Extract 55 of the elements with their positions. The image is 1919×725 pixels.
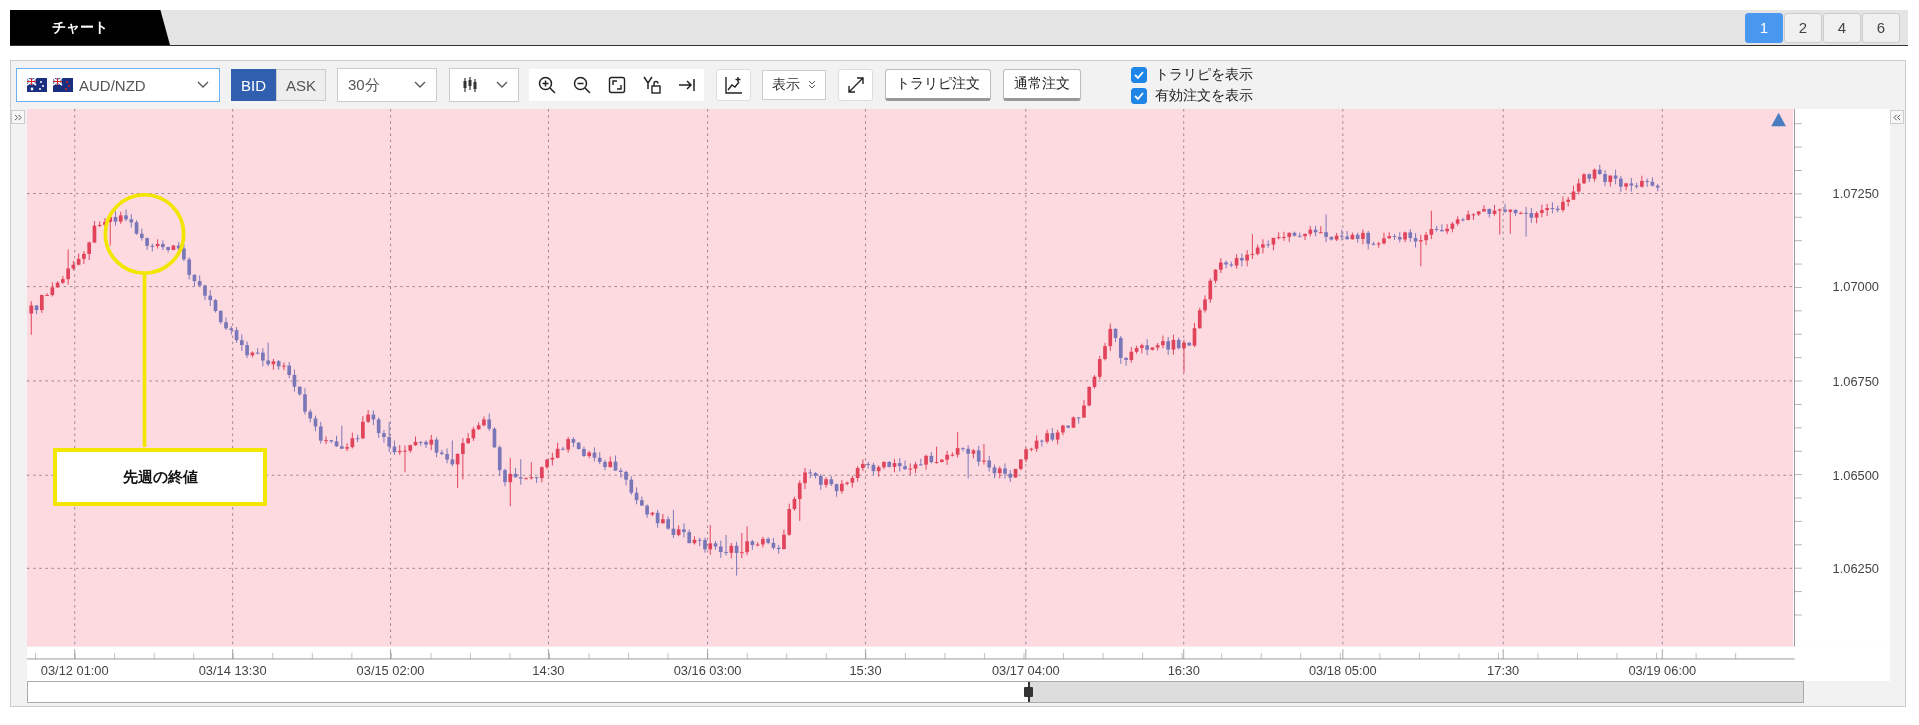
flag-icon: [53, 78, 73, 92]
double-chevron-left-icon: [1892, 113, 1902, 121]
y-axis-label: 1.06500: [1832, 468, 1879, 484]
layout-button[interactable]: 4: [1823, 12, 1861, 43]
x-axis-label: 03/12 01:00: [40, 662, 109, 678]
layout-button[interactable]: 6: [1862, 12, 1900, 43]
x-axis-label: 03/16 03:00: [673, 662, 742, 678]
timeframe-label: 30分: [348, 75, 380, 95]
x-axis-label: 16:30: [1167, 662, 1200, 678]
chart-type-select[interactable]: [449, 68, 520, 102]
x-axis-label: 14:30: [532, 662, 565, 678]
chevron-down-icon: [496, 81, 509, 89]
expand-left-button[interactable]: [11, 110, 25, 124]
order-button[interactable]: 通常注文: [1003, 69, 1082, 101]
symbol-label: AUD/NZD: [79, 76, 146, 94]
checkbox-label: トラリピを表示: [1155, 65, 1254, 84]
checkbox-label: 有効注文を表示: [1155, 86, 1254, 105]
annotation-box: 先週の終値: [53, 448, 267, 506]
chart-plus-icon: [723, 75, 744, 95]
collapse-right-button[interactable]: [1890, 110, 1904, 124]
chevron-down-icon: [197, 81, 209, 89]
double-chevron-icon: [808, 80, 817, 90]
x-axis-label: 03/17 04:00: [991, 662, 1060, 678]
chevron-down-icon: [414, 81, 427, 89]
range-handle[interactable]: [1024, 687, 1033, 697]
x-axis-label: 03/15 02:00: [356, 662, 425, 678]
layout-button[interactable]: 2: [1784, 12, 1822, 43]
add-indicator-button[interactable]: [716, 69, 752, 101]
x-axis-label: 03/18 05:00: [1308, 662, 1377, 678]
triangle-marker-icon: [1771, 112, 1786, 127]
x-axis-label: 03/19 06:00: [1628, 662, 1697, 678]
fit-screen-icon: [606, 75, 627, 95]
expand-icon: [845, 75, 866, 95]
order-button[interactable]: トラリピ注文: [885, 69, 992, 101]
price-side-toggle[interactable]: ASK: [276, 69, 327, 101]
price-side-toggle[interactable]: BID: [231, 69, 276, 101]
fullscreen-button[interactable]: [838, 69, 874, 101]
y-lock-icon: [641, 75, 662, 95]
checkbox[interactable]: [1131, 66, 1148, 83]
display-menu-button[interactable]: 表示: [762, 70, 827, 100]
zoom-out-icon: [571, 75, 592, 95]
flag-icon: [27, 78, 47, 92]
y-axis-label: 1.06250: [1832, 561, 1879, 577]
x-axis-label: 15:30: [849, 662, 882, 678]
x-axis-label: 03/14 13:30: [198, 662, 267, 678]
x-axis-label: 17:30: [1487, 662, 1520, 678]
chart-tab[interactable]: チャート: [10, 10, 170, 45]
double-chevron-right-icon: [13, 113, 23, 121]
y-axis-label: 1.07250: [1832, 186, 1879, 202]
symbol-select[interactable]: AUD/NZD: [16, 68, 220, 102]
zoom-in-icon: [536, 75, 557, 95]
timeframe-select[interactable]: 30分: [337, 68, 438, 102]
y-axis-label: 1.06750: [1832, 373, 1879, 389]
checkbox[interactable]: [1131, 87, 1148, 104]
y-axis-label: 1.07000: [1832, 279, 1879, 295]
